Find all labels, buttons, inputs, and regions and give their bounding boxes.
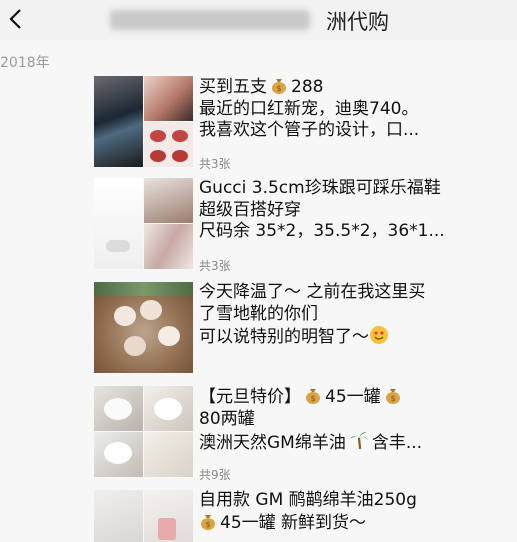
post-text: Gucci 3.5cm珍珠跟可踩乐福鞋 超级百搭好穿 尺码余 35*2，35.5… — [199, 178, 445, 241]
post-item[interactable]: Gucci 3.5cm珍珠跟可踩乐福鞋 超级百搭好穿 尺码余 35*2，35.5… — [91, 178, 517, 274]
post-thumbnail[interactable] — [94, 76, 193, 167]
blurred-title — [110, 10, 310, 30]
top-bar: 洲代购 — [0, 0, 517, 40]
image-count: 共3张 — [199, 157, 231, 171]
post-text: 自用款 GM 鸸鹋绵羊油250g $45一罐 新鲜到货～ — [199, 490, 417, 533]
post-text: 今天降温了～ 之前在我这里买 了雪地靴的你们 可以说特别的明智了～ — [199, 282, 426, 347]
page-title: 洲代购 — [326, 10, 389, 34]
money-bag-icon: $ — [201, 514, 215, 530]
money-bag-icon: $ — [272, 79, 286, 94]
image-count: 共3张 — [199, 259, 231, 273]
post-text: 买到五支 $288 最近的口红新宠，迪奥740。 我喜欢这个管子的设计，口... — [199, 77, 420, 140]
post-text: 【元旦特价】 $45一罐 $ 80两罐 澳洲天然GM绵羊油 含丰... — [199, 387, 423, 453]
post-item[interactable]: 买到五支 $288 最近的口红新宠，迪奥740。 我喜欢这个管子的设计，口... … — [91, 76, 517, 172]
post-thumbnail[interactable] — [94, 386, 193, 477]
chevron-left-icon[interactable] — [2, 4, 30, 34]
image-count: 共9张 — [199, 468, 231, 482]
post-item[interactable]: 【元旦特价】 $45一罐 $ 80两罐 澳洲天然GM绵羊油 含丰... 共9张 — [91, 386, 517, 482]
palm-tree-icon — [349, 431, 368, 449]
svg-text:$: $ — [390, 394, 395, 403]
heart-eyes-face-icon — [370, 326, 388, 344]
svg-text:$: $ — [205, 520, 210, 529]
post-item[interactable]: 自用款 GM 鸸鹋绵羊油250g $45一罐 新鲜到货～ — [91, 490, 517, 542]
money-bag-icon: $ — [306, 389, 320, 404]
svg-text:$: $ — [276, 84, 281, 93]
post-item[interactable]: 今天降温了～ 之前在我这里买 了雪地靴的你们 可以说特别的明智了～ — [91, 282, 517, 378]
post-thumbnail[interactable] — [94, 490, 193, 542]
money-bag-icon: $ — [385, 389, 400, 404]
post-thumbnail[interactable] — [94, 178, 193, 269]
svg-text:$: $ — [310, 394, 315, 403]
post-thumbnail[interactable] — [94, 282, 193, 373]
year-label: 2018年 — [0, 55, 50, 71]
